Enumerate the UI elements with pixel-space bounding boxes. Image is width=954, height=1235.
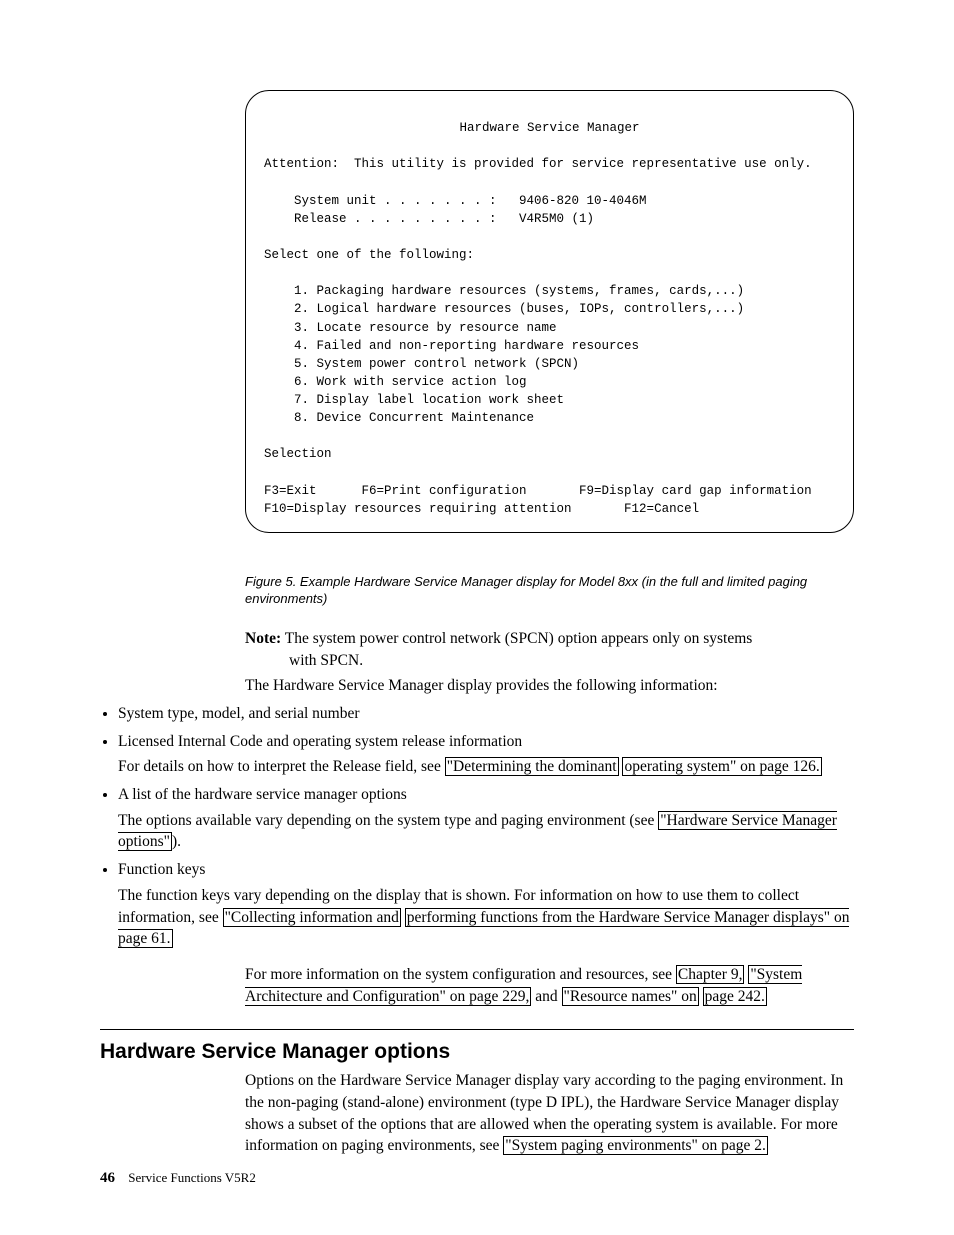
terminal-opt2: 2. Logical hardware resources (buses, IO… (264, 302, 744, 316)
figure-caption: Figure 5. Example Hardware Service Manag… (245, 573, 854, 608)
terminal-opt7: 7. Display label location work sheet (264, 393, 564, 407)
terminal-screen: Hardware Service Manager Attention: This… (245, 90, 854, 533)
bullet-list: System type, model, and serial number Li… (100, 703, 854, 950)
bullet-subtext: The options available vary depending on … (118, 810, 854, 853)
note-line1: The system power control network (SPCN) … (285, 630, 753, 647)
list-item: Function keys The function keys vary dep… (118, 859, 854, 950)
terminal-opt8: 8. Device Concurrent Maintenance (264, 411, 534, 425)
terminal-opt1: 1. Packaging hardware resources (systems… (264, 284, 744, 298)
link-determining-dominant-os[interactable]: operating system" on page 126. (622, 757, 821, 776)
link-determining-dominant-os[interactable]: "Determining the dominant (445, 757, 619, 776)
more-mid: and (531, 988, 561, 1005)
list-item: System type, model, and serial number (118, 703, 854, 725)
note-line2: with SPCN. (289, 650, 854, 672)
terminal-opt5: 5. System power control network (SPCN) (264, 357, 579, 371)
terminal-title: Hardware Service Manager (264, 119, 835, 137)
bullet-text: Function keys (118, 861, 205, 878)
note-label: Note: (245, 630, 281, 647)
terminal-opt3: 3. Locate resource by resource name (264, 321, 557, 335)
link-chapter-9[interactable]: Chapter 9, (676, 965, 745, 984)
terminal-opt6: 6. Work with service action log (264, 375, 527, 389)
more-info-paragraph: For more information on the system confi… (245, 964, 854, 1007)
terminal-attention: Attention: This utility is provided for … (264, 157, 812, 171)
terminal-fk-line1: F3=Exit F6=Print configuration F9=Displa… (264, 484, 812, 498)
terminal-release: Release . . . . . . . . . : V4R5M0 (1) (264, 212, 594, 226)
bullet-subtext: The function keys vary depending on the … (118, 885, 854, 950)
page-footer: 46 Service Functions V5R2 (100, 1170, 256, 1187)
page-number: 46 (100, 1170, 115, 1186)
link-system-paging-environments[interactable]: "System paging environments" on page 2. (503, 1136, 768, 1155)
bullet-text: System type, model, and serial number (118, 705, 360, 722)
list-item: A list of the hardware service manager o… (118, 784, 854, 853)
section-heading: Hardware Service Manager options (100, 1040, 854, 1064)
bullet-text: Licensed Internal Code and operating sys… (118, 733, 522, 750)
terminal-select: Select one of the following: (264, 248, 474, 262)
terminal-opt4: 4. Failed and non-reporting hardware res… (264, 339, 639, 353)
link-collecting-info[interactable]: "Collecting information and (223, 908, 401, 927)
note-block: Note: The system power control network (… (245, 628, 854, 671)
bullet-subtext: For details on how to interpret the Rele… (118, 756, 854, 778)
intro-paragraph: The Hardware Service Manager display pro… (245, 675, 854, 697)
terminal-fk-line2: F10=Display resources requiring attentio… (264, 502, 699, 516)
book-title: Service Functions V5R2 (128, 1170, 256, 1185)
terminal-sysunit: System unit . . . . . . . : 9406-820 10-… (264, 194, 647, 208)
subtext-pre: The options available vary depending on … (118, 812, 658, 829)
section-divider (100, 1029, 854, 1030)
link-resource-names[interactable]: "Resource names" on (562, 987, 699, 1006)
subtext-post: ). (172, 833, 181, 850)
terminal-selection: Selection (264, 447, 332, 461)
section-body: Options on the Hardware Service Manager … (245, 1070, 854, 1157)
subtext-pre: For details on how to interpret the Rele… (118, 758, 445, 775)
list-item: Licensed Internal Code and operating sys… (118, 731, 854, 778)
bullet-text: A list of the hardware service manager o… (118, 786, 407, 803)
link-resource-names[interactable]: page 242. (703, 987, 767, 1006)
more-pre: For more information on the system confi… (245, 966, 676, 983)
